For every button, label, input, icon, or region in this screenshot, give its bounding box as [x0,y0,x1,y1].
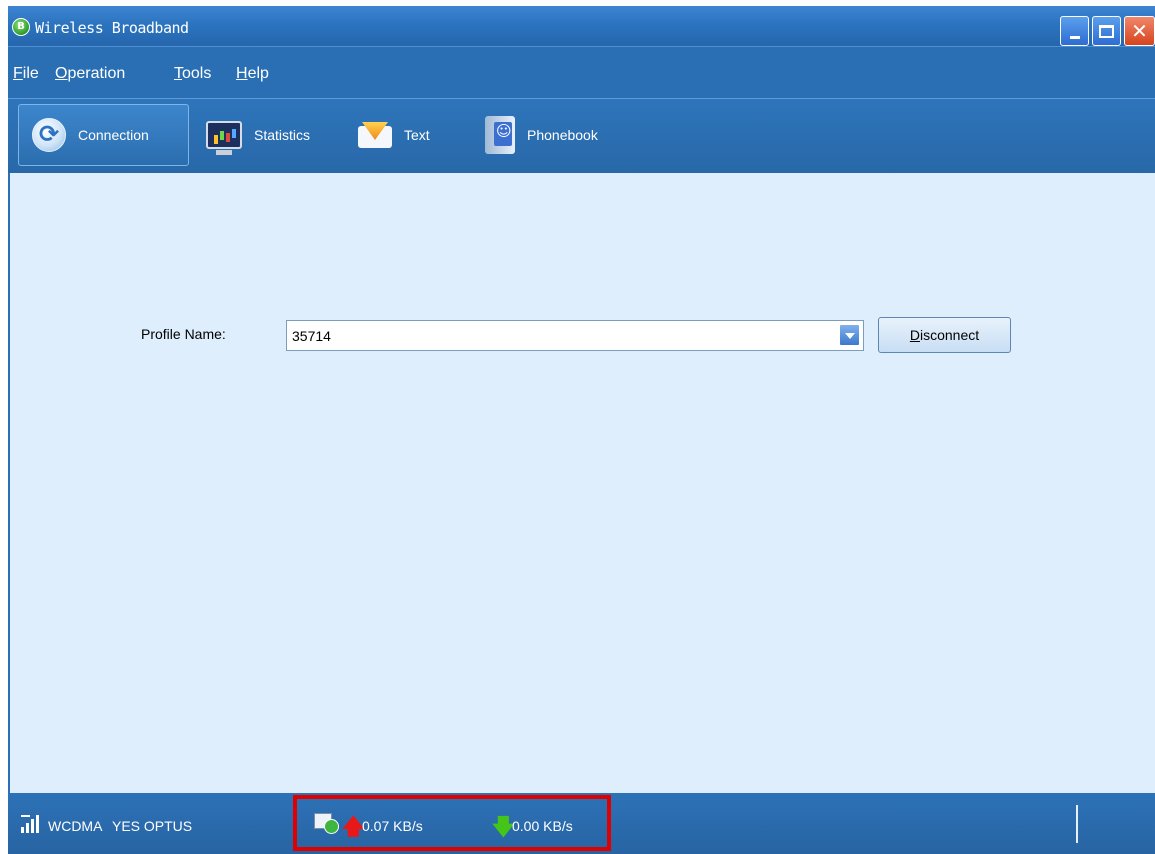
menu-operation[interactable]: Operation [55,65,125,83]
profile-name-dropdown[interactable]: 35714 [286,320,864,351]
menu-tools-accel: T [174,65,182,82]
profile-name-value: 35714 [292,328,331,344]
minimize-icon [1069,36,1080,39]
menu-operation-accel: O [55,65,68,82]
tab-connection[interactable]: Connection [18,104,189,166]
title-bar[interactable]: B Wireless Broadband ✕ [8,6,1155,46]
menu-operation-label: peration [67,65,126,82]
toolbar: Connection Statistics Text Phonebook [8,98,1155,173]
carrier-name: YES OPTUS [112,818,193,834]
connection-panel: Profile Name: 35714 Disconnect [10,173,1155,793]
menu-tools-label: ools [182,65,212,82]
menu-tools[interactable]: Tools [174,65,211,83]
menu-file[interactable]: File [13,65,39,83]
disconnect-label: isconnect [919,327,980,343]
menu-file-accel: F [13,65,23,82]
status-bar: WCDMA YES OPTUS 🡅 0.07 KB/s 🡇 0.00 KB/s [8,793,1155,854]
tab-text[interactable]: Text [356,104,456,166]
menu-help[interactable]: Help [236,65,269,83]
profile-name-label: Profile Name: [141,326,226,342]
app-window: B Wireless Broadband ✕ File Operation To… [8,6,1155,854]
download-speed: 0.00 KB/s [512,818,573,834]
signal-strength-icon [21,815,43,833]
app-logo-icon: B [12,18,30,36]
upload-speed: 0.07 KB/s [362,818,423,834]
close-button[interactable]: ✕ [1124,16,1155,46]
close-icon: ✕ [1131,19,1148,43]
disconnect-button[interactable]: Disconnect [878,317,1011,353]
chevron-down-icon[interactable] [839,324,860,346]
maximize-button[interactable] [1092,16,1121,46]
tab-connection-label: Connection [78,127,149,143]
status-divider [1076,805,1078,843]
menu-help-label: elp [247,65,269,82]
window-title: Wireless Broadband [35,19,189,37]
menu-help-accel: H [236,65,248,82]
contacts-book-icon [485,116,515,154]
minimize-button[interactable] [1060,16,1089,46]
disconnect-accel: D [909,327,920,343]
network-mode: WCDMA [48,818,103,834]
tab-statistics[interactable]: Statistics [202,104,342,166]
statistics-monitor-icon [206,121,242,155]
tab-phonebook-label: Phonebook [527,127,598,143]
maximize-icon [1099,25,1114,38]
refresh-icon [32,118,66,152]
envelope-icon [358,120,392,150]
tab-text-label: Text [404,127,430,143]
tab-statistics-label: Statistics [254,127,311,143]
network-connected-icon [314,813,339,834]
tab-phonebook[interactable]: Phonebook [483,104,633,166]
menu-bar: File Operation Tools Help [8,46,1155,98]
menu-file-label: ile [22,65,39,82]
